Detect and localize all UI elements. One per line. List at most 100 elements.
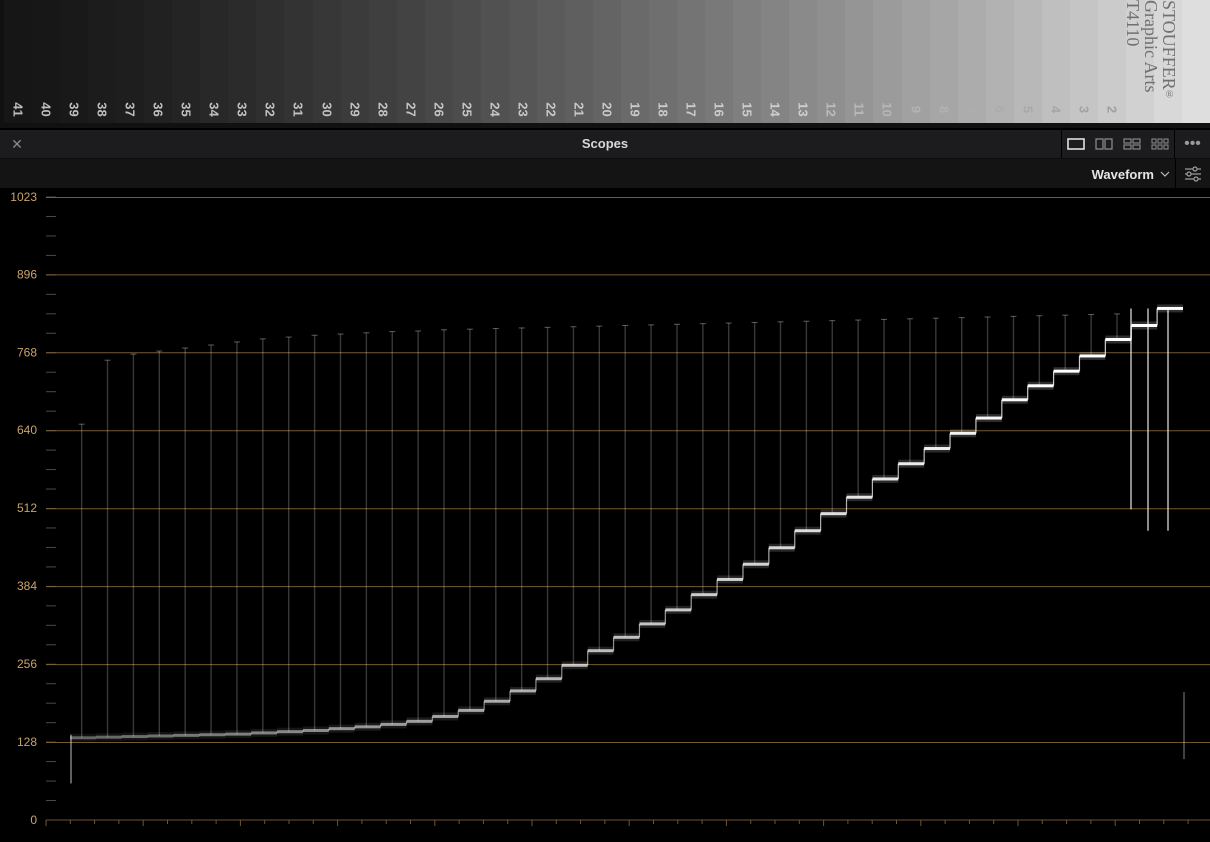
brand-line-2: Graphic Arts xyxy=(1141,0,1161,93)
waveform-step xyxy=(95,735,122,739)
step-wedge-image: 41 40 39 38 37 36 35 34 33 32 31 30 29 28 27 26 25 24 23 22… xyxy=(0,0,1210,128)
wedge-step-number: 17 xyxy=(683,102,699,117)
wedge-step-number: 3 xyxy=(1076,105,1092,114)
panel-title-bar: ✕ Scopes ••• xyxy=(0,130,1210,159)
wedge-step: 7 xyxy=(957,0,986,123)
y-tick-label: 128 xyxy=(17,735,37,749)
scope-mode-dropdown[interactable]: Waveform xyxy=(1092,164,1170,184)
waveform-step xyxy=(406,719,433,723)
waveform-step xyxy=(613,635,640,639)
wedge-step: 36 xyxy=(144,0,173,123)
wedge-step-number: 16 xyxy=(711,102,727,117)
scopes-panel: ✕ Scopes ••• Waveform 1023 896 768 640 5… xyxy=(0,128,1210,842)
wedge-step-number: 20 xyxy=(599,102,615,117)
wedge-step: 11 xyxy=(845,0,874,123)
brand-line-3: T4110 xyxy=(1123,0,1143,47)
waveform-step xyxy=(328,727,355,731)
wedge-step: 3 xyxy=(1069,0,1098,123)
wedge-step-number: 11 xyxy=(851,102,867,117)
waveform-step xyxy=(639,622,666,626)
wedge-step: 29 xyxy=(340,0,369,123)
waveform-step xyxy=(147,734,174,738)
wedge-step: 23 xyxy=(508,0,537,123)
wedge-step: 37 xyxy=(116,0,145,123)
wedge-step: 14 xyxy=(761,0,790,123)
wedge-step: 40 xyxy=(32,0,61,123)
wedge-step: 21 xyxy=(564,0,593,123)
wedge-step: 33 xyxy=(228,0,257,123)
y-tick-label: 896 xyxy=(17,267,37,281)
wedge-step-number: 12 xyxy=(823,102,839,117)
step-wedge-strip: 41 40 39 38 37 36 35 34 33 32 31 30 29 28 27 26 25 24 23 22… xyxy=(4,0,1210,123)
waveform-step xyxy=(354,725,381,729)
wedge-step-number: 18 xyxy=(655,102,671,117)
waveform-step xyxy=(432,714,459,718)
wedge-step: 4 xyxy=(1041,0,1070,123)
wedge-step-number: 27 xyxy=(403,102,419,117)
wedge-step-number: 25 xyxy=(459,102,475,117)
waveform-step xyxy=(950,431,976,435)
waveform-step xyxy=(277,730,303,734)
waveform-step xyxy=(975,416,1002,420)
waveform-step xyxy=(898,462,925,466)
wedge-step-number: 40 xyxy=(38,102,54,117)
single-view-icon[interactable] xyxy=(1062,130,1090,158)
stouffer-logo: STOUFFER® Graphic Arts T4110 xyxy=(1114,0,1184,123)
waveform-step xyxy=(561,663,588,667)
waveform-step xyxy=(510,689,536,693)
y-tick-label: 256 xyxy=(17,657,37,671)
wedge-step-number: 5 xyxy=(1020,105,1036,114)
dual-view-icon[interactable] xyxy=(1090,130,1118,158)
waveform-step xyxy=(1053,369,1080,373)
wedge-step: 31 xyxy=(284,0,313,123)
wedge-step-number: 7 xyxy=(964,105,980,114)
wedge-step: 35 xyxy=(172,0,201,123)
wedge-step: 38 xyxy=(88,0,117,123)
waveform-step xyxy=(1157,306,1183,310)
wedge-step-number: 39 xyxy=(66,102,82,117)
wedge-step-number: 41 xyxy=(10,102,26,117)
waveform-step xyxy=(535,677,562,681)
waveform-step xyxy=(717,577,743,581)
wedge-step: 28 xyxy=(368,0,397,123)
waveform-step xyxy=(225,732,252,736)
wedge-step-number: 37 xyxy=(122,102,138,117)
wedge-step-number: 22 xyxy=(543,102,559,117)
wedge-step-number: 26 xyxy=(431,102,447,117)
waveform-step xyxy=(846,495,873,499)
wedge-step-number: 4 xyxy=(1048,105,1064,114)
wedge-step: 20 xyxy=(592,0,622,123)
wedge-step-number: 10 xyxy=(879,102,895,117)
wedge-step: 39 xyxy=(60,0,89,123)
more-options-icon[interactable]: ••• xyxy=(1174,130,1210,158)
wedge-step: 19 xyxy=(621,0,650,123)
multi-view-icon[interactable] xyxy=(1146,130,1174,158)
waveform-step xyxy=(1027,384,1054,388)
wedge-step: 27 xyxy=(396,0,425,123)
waveform-step xyxy=(173,733,200,737)
waveform-step xyxy=(70,736,96,740)
wedge-step: 22 xyxy=(536,0,565,123)
wedge-step xyxy=(1181,0,1210,123)
wedge-step-number: 29 xyxy=(347,102,363,117)
wedge-step-number: 33 xyxy=(234,102,250,117)
wedge-step: 34 xyxy=(200,0,229,123)
waveform-step xyxy=(380,722,407,726)
quad-view-icon[interactable] xyxy=(1118,130,1146,158)
wedge-step: 24 xyxy=(480,0,509,123)
wedge-step-number: 9 xyxy=(908,105,924,114)
waveform-step xyxy=(302,728,329,732)
waveform-step xyxy=(458,708,485,712)
y-tick-label: 768 xyxy=(17,345,37,359)
scope-settings-icon[interactable] xyxy=(1175,159,1210,188)
waveform-step xyxy=(1001,398,1028,402)
wedge-step-number: 38 xyxy=(94,102,110,117)
wedge-step-number: 15 xyxy=(739,102,755,117)
waveform-step xyxy=(742,562,769,566)
wedge-step: 15 xyxy=(733,0,762,123)
wedge-step: 5 xyxy=(1013,0,1042,123)
wedge-step: 18 xyxy=(649,0,678,123)
wedge-step-number: 30 xyxy=(319,102,335,117)
waveform-step xyxy=(872,477,899,481)
waveform-step xyxy=(794,529,821,533)
